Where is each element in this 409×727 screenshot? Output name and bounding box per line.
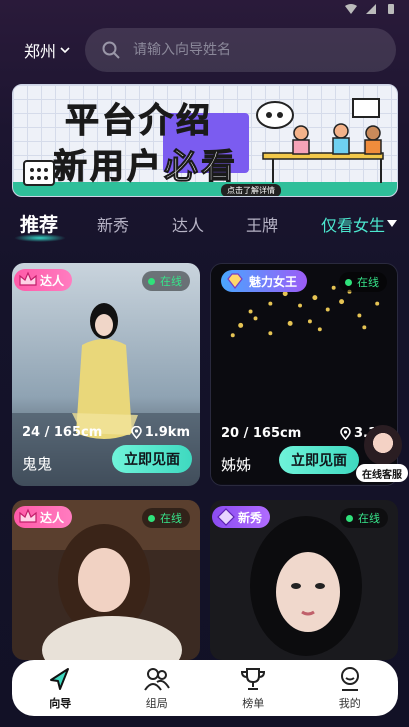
location-pin-icon (340, 427, 351, 440)
banner-title-line1: 平台介绍 (65, 101, 213, 142)
banner-title-line2: 新用户必看 (53, 139, 238, 188)
filter-label: 仅看女生 (320, 216, 385, 235)
level-badge: 达人 (14, 506, 73, 528)
banner-title-line2-a: 新用户 (53, 147, 164, 188)
online-label: 在线 (160, 512, 182, 525)
online-dot (148, 277, 155, 285)
meet-now-button[interactable]: 立即见面 (279, 446, 359, 474)
banner-title-line2-b: 必看 (164, 147, 238, 188)
nav-label: 榜单 (242, 696, 265, 710)
status-bar (0, 0, 409, 22)
guide-card[interactable]: 达人 在线 (12, 500, 200, 660)
tab-expert[interactable]: 达人 (172, 212, 204, 236)
tab-recommend[interactable]: 推荐 (20, 210, 58, 237)
top-row: 郑州 (0, 28, 409, 72)
status-icons (345, 3, 397, 15)
calculator-icon (23, 160, 55, 186)
promo-banner[interactable]: 平台介绍 新用户必看 点击了解详情 (12, 84, 398, 197)
tab-new[interactable]: 新秀 (97, 212, 129, 236)
level-badge: 魅力女王 (221, 270, 308, 292)
crown-icon (19, 271, 37, 286)
level-badge-label: 达人 (40, 510, 65, 525)
nav-label: 我的 (338, 696, 361, 710)
profile-icon (340, 666, 359, 691)
guide-name: 姊姊 (221, 456, 252, 474)
nav-ranking[interactable]: 榜单 (223, 666, 283, 711)
guide-name: 鬼鬼 (22, 455, 53, 473)
search-icon (102, 41, 120, 59)
caret-down-icon (387, 220, 397, 227)
diamond-icon (227, 273, 243, 289)
wifi-icon (345, 4, 357, 14)
diamond-icon (217, 508, 235, 526)
guide-card[interactable]: 新秀 在线 (210, 500, 398, 660)
bottom-nav: 向导 组局 榜单 我的 (12, 660, 398, 716)
customer-service-avatar (364, 425, 402, 465)
age-height: 24 / 165cm (22, 425, 103, 440)
level-badge: 新秀 (212, 506, 271, 528)
trophy-icon (241, 667, 266, 690)
online-dot (346, 514, 353, 522)
category-tabs: 推荐 新秀 达人 王牌 仅看女生 (0, 206, 409, 242)
search-bar[interactable] (85, 28, 396, 72)
tab-ace[interactable]: 王牌 (246, 212, 278, 236)
distance-label: 1.9km (144, 425, 190, 440)
online-dot (345, 278, 352, 286)
level-badge: 达人 (14, 269, 73, 291)
online-dot (148, 514, 155, 522)
distance: 1.9km (130, 425, 190, 440)
location-pin-icon (130, 426, 142, 439)
nav-guide[interactable]: 向导 (30, 666, 90, 711)
city-selector[interactable]: 郑州 (24, 38, 70, 62)
crown-icon (19, 508, 37, 523)
search-input[interactable] (133, 42, 373, 58)
online-status: 在线 (142, 508, 190, 528)
online-label: 在线 (358, 512, 380, 525)
meet-now-button[interactable]: 立即见面 (112, 445, 192, 473)
online-status: 在线 (340, 508, 388, 528)
banner-cta[interactable]: 点击了解详情 (221, 184, 281, 196)
battery-icon (388, 4, 394, 14)
online-status: 在线 (339, 272, 387, 292)
online-label: 在线 (357, 276, 379, 289)
nav-profile[interactable]: 我的 (320, 666, 380, 711)
female-only-filter[interactable]: 仅看女生 (321, 212, 397, 236)
signal-icon (366, 4, 376, 14)
level-badge-label: 达人 (40, 273, 65, 288)
nav-group[interactable]: 组局 (127, 666, 187, 711)
customer-service-float[interactable]: 在线客服 (356, 425, 408, 483)
online-label: 在线 (160, 275, 182, 288)
age-height: 20 / 165cm (221, 426, 302, 441)
nav-label: 向导 (49, 696, 72, 710)
level-badge-label: 魅力女王 (249, 274, 298, 289)
guide-card[interactable]: 达人 在线 24 / 165cm 1.9km 鬼鬼 立即见面 (12, 263, 200, 486)
online-status: 在线 (142, 271, 190, 291)
city-label: 郑州 (24, 42, 57, 61)
level-badge-label: 新秀 (238, 510, 263, 525)
guide-arrow-icon (50, 667, 70, 690)
chevron-down-icon (60, 47, 70, 54)
customer-service-label: 在线客服 (356, 464, 408, 482)
nav-label: 组局 (145, 696, 168, 710)
banner-illustration (256, 98, 384, 183)
group-icon (143, 667, 170, 691)
